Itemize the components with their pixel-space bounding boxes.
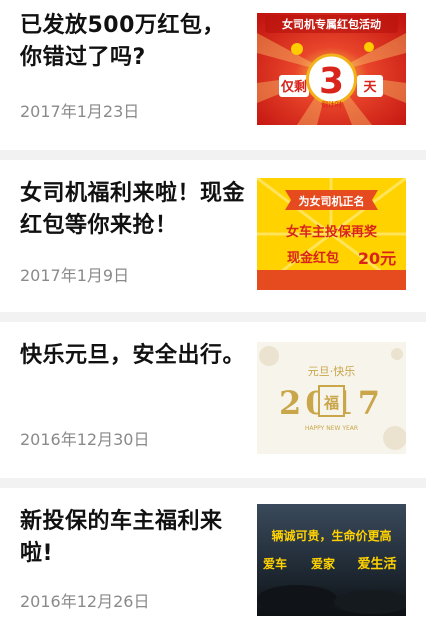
remaining-label: 仅剩: [280, 79, 307, 95]
ribbon-text: 为女司机正名: [299, 194, 365, 208]
article-title[interactable]: 新投保的车主福利来啦!: [20, 506, 246, 570]
article-feed: 已发放500万红包，你错过了吗? 2017年1月23日 女司机专属红包活动 仅剩…: [0, 0, 426, 640]
promo-line-2: 现金红包: [287, 250, 339, 266]
article-card[interactable]: 快乐元旦，安全出行。 2016年12月30日 元旦·快乐 2017 福 HAPP…: [0, 322, 426, 478]
slogan-love-car: 爱车: [263, 556, 287, 571]
article-thumbnail[interactable]: 元旦·快乐 2017 福 HAPPY NEW YEAR: [257, 342, 406, 454]
article-thumbnail[interactable]: 为女司机正名 女车主投保再奖 现金红包 20元: [257, 178, 406, 290]
article-date: 2016年12月30日: [20, 430, 150, 449]
day-label: 天: [363, 80, 377, 95]
slogan-love-home: 爱家: [311, 556, 336, 571]
countdown-number: 3: [319, 61, 344, 102]
countdown-sub: 倒计时: [321, 100, 342, 109]
article-title[interactable]: 已发放500万红包，你错过了吗?: [20, 10, 246, 74]
article-title[interactable]: 女司机福利来啦！现金红包等你来抢！: [20, 178, 246, 242]
fu-glyph: 福: [323, 394, 339, 412]
female-driver-promo-image: 为女司机正名 女车主投保再奖 现金红包 20元: [257, 178, 406, 290]
promo-line-1: 女车主投保再奖: [286, 224, 378, 240]
greeting-top: 元旦·快乐: [308, 365, 356, 378]
article-thumbnail[interactable]: 辆诚可贵，生命价更高 爱车 爱家 爱生活: [257, 504, 406, 616]
article-card[interactable]: 新投保的车主福利来啦! 2016年12月26日 辆诚可贵，生命价更高 爱车 爱家…: [0, 488, 426, 640]
slogan-love-life: 爱生活: [357, 556, 396, 572]
article-date: 2016年12月26日: [20, 592, 150, 611]
article-card[interactable]: 女司机福利来啦！现金红包等你来抢！ 2017年1月9日 为女司机正名 女车主投保…: [0, 160, 426, 312]
promo-amount: 20元: [358, 249, 396, 268]
banner-text: 女司机专属红包活动: [282, 17, 381, 31]
red-envelope-banner-image: 女司机专属红包活动 仅剩 3 倒计时 天: [257, 13, 406, 125]
slogan-line-1: 辆诚可贵，生命价更高: [271, 528, 391, 543]
greeting-bottom: HAPPY NEW YEAR: [305, 425, 358, 432]
article-thumbnail[interactable]: 女司机专属红包活动 仅剩 3 倒计时 天: [257, 13, 406, 125]
new-year-greeting-image: 元旦·快乐 2017 福 HAPPY NEW YEAR: [257, 342, 406, 454]
article-title[interactable]: 快乐元旦，安全出行。: [20, 340, 246, 372]
article-card[interactable]: 已发放500万红包，你错过了吗? 2017年1月23日 女司机专属红包活动 仅剩…: [0, 0, 426, 150]
article-date: 2017年1月9日: [20, 266, 130, 285]
article-date: 2017年1月23日: [20, 102, 140, 121]
car-owner-promo-image: 辆诚可贵，生命价更高 爱车 爱家 爱生活: [257, 504, 406, 616]
